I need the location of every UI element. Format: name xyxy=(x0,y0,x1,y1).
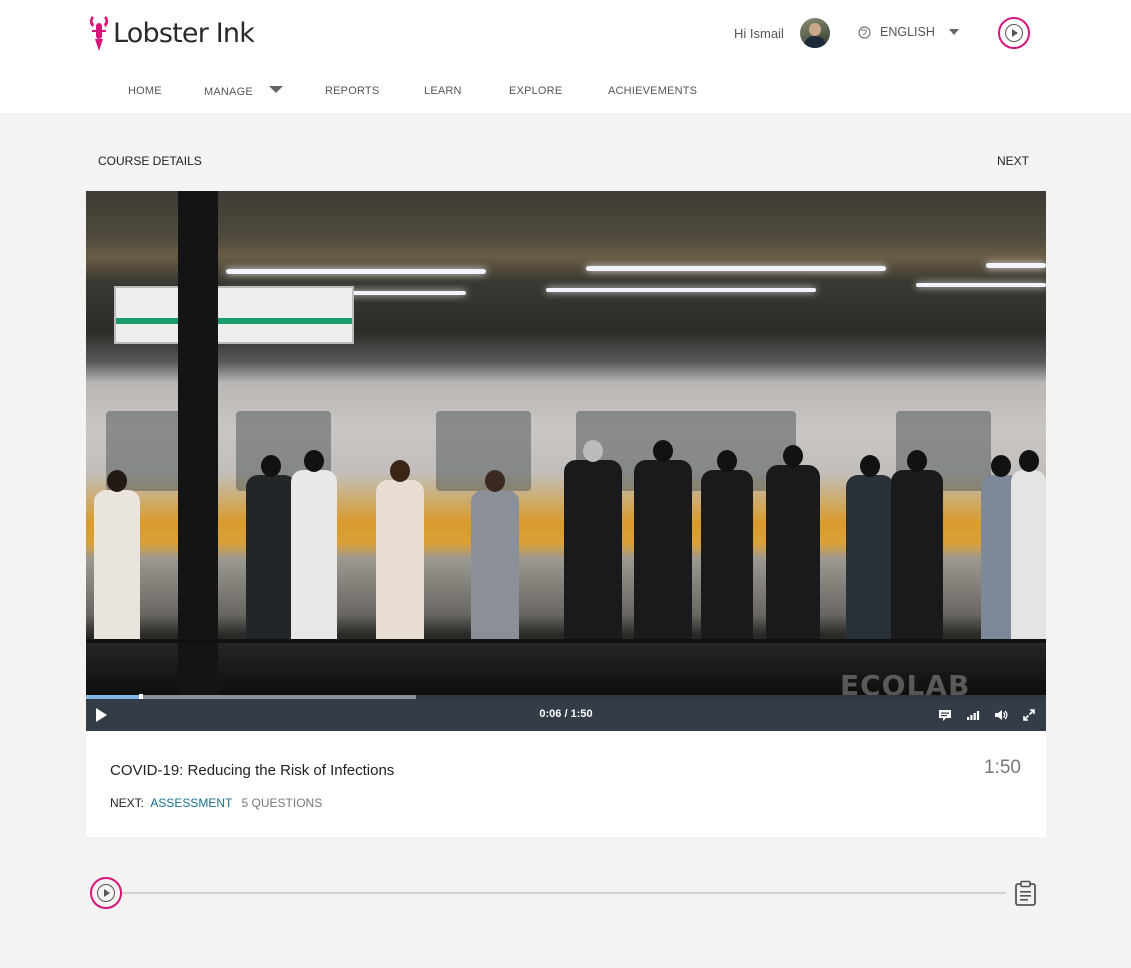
ceiling-light xyxy=(916,283,1046,287)
lobster-icon xyxy=(89,16,109,51)
nav-item-reports[interactable]: REPORTS xyxy=(325,85,379,97)
nav-item-explore[interactable]: EXPLORE xyxy=(509,85,562,97)
station-sign xyxy=(114,286,354,344)
ceiling-light xyxy=(586,266,886,271)
ceiling-light xyxy=(986,263,1046,268)
next-activity: NEXT: ASSESSMENT 5 QUESTIONS xyxy=(110,796,322,810)
platform-pillar xyxy=(178,191,218,695)
ceiling-light xyxy=(226,269,486,274)
commuter xyxy=(701,450,753,640)
commuter xyxy=(891,450,943,640)
video-controls: 0:06 / 1:50 xyxy=(86,699,1046,731)
ceiling-light xyxy=(546,288,816,292)
question-count: 5 QUESTIONS xyxy=(241,796,323,810)
commuter xyxy=(246,455,296,640)
commuter xyxy=(564,440,622,640)
globe-icon xyxy=(858,25,871,39)
course-timeline xyxy=(120,892,1006,894)
fullscreen-icon[interactable] xyxy=(1022,708,1036,722)
nav-item-achievements[interactable]: ACHIEVEMENTS xyxy=(608,85,697,97)
top-header: Lobster Ink Hi Ismail ENGLISH HOME MANAG… xyxy=(0,0,1131,113)
brand-watermark: ECOLAB xyxy=(840,669,971,695)
next-link[interactable]: NEXT xyxy=(997,154,1029,168)
nav-item-home[interactable]: HOME xyxy=(128,85,162,97)
volume-icon[interactable] xyxy=(994,708,1008,722)
nav-item-manage[interactable]: MANAGE xyxy=(204,86,253,98)
play-circle-icon xyxy=(1005,24,1023,42)
commuter xyxy=(1011,450,1046,640)
video-player[interactable]: ECOLAB xyxy=(86,191,1046,695)
avatar[interactable] xyxy=(800,18,830,48)
commuter xyxy=(471,470,519,640)
commuter xyxy=(634,440,692,640)
signal-bars-icon[interactable] xyxy=(966,708,980,722)
commuter xyxy=(766,445,820,640)
play-circle-icon xyxy=(97,884,115,902)
next-label: NEXT: xyxy=(110,796,145,810)
clipboard-icon[interactable] xyxy=(1014,880,1037,906)
captions-icon[interactable] xyxy=(938,708,952,722)
commuter xyxy=(376,460,424,640)
lesson-duration: 1:50 xyxy=(984,757,1021,778)
video-timecode: 0:06 / 1:50 xyxy=(539,708,593,720)
chevron-down-icon[interactable] xyxy=(269,86,283,93)
next-assessment-link[interactable]: ASSESSMENT xyxy=(150,796,232,810)
train-window xyxy=(436,411,531,491)
language-selector[interactable]: ENGLISH xyxy=(858,25,959,39)
language-label: ENGLISH xyxy=(880,25,935,39)
brand-name: Lobster Ink xyxy=(113,17,255,49)
user-greeting: Hi Ismail xyxy=(734,26,784,41)
play-circle-button[interactable] xyxy=(998,17,1030,49)
commuter xyxy=(846,455,894,640)
timeline-video-step[interactable] xyxy=(90,877,122,909)
commuter xyxy=(291,450,337,640)
platform-railing xyxy=(86,639,1046,643)
course-details-link[interactable]: COURSE DETAILS xyxy=(98,154,202,168)
chevron-down-icon xyxy=(948,29,959,35)
lesson-title: COVID-19: Reducing the Risk of Infection… xyxy=(110,762,395,779)
commuter xyxy=(94,470,140,640)
brand-logo[interactable]: Lobster Ink xyxy=(88,14,255,52)
nav-item-learn[interactable]: LEARN xyxy=(424,85,462,97)
lesson-info-card: COVID-19: Reducing the Risk of Infection… xyxy=(86,731,1046,837)
